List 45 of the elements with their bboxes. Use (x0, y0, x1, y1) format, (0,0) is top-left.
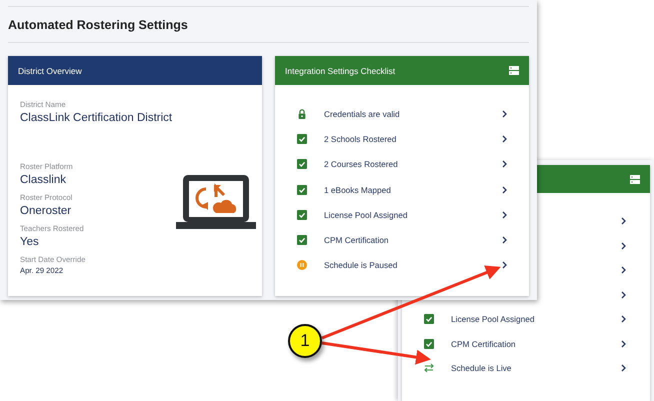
chevron-icon[interactable] (502, 261, 507, 270)
lock-icon (297, 108, 307, 119)
chevron-icon[interactable] (621, 340, 626, 348)
server-icon[interactable] (509, 66, 519, 75)
checkbox-icon (297, 134, 307, 144)
checklist-item[interactable]: 2 Courses Rostered (324, 159, 502, 170)
card-title: District Overview (18, 66, 82, 76)
chevron-icon[interactable] (621, 364, 626, 372)
chevron-icon[interactable] (502, 210, 507, 219)
laptop-sync-icon (176, 175, 256, 229)
checkbox-icon (424, 338, 434, 349)
chevron-icon[interactable] (621, 217, 626, 226)
chevron-icon[interactable] (502, 186, 507, 194)
chevron-icon[interactable] (621, 242, 626, 250)
field-value: Oneroster (20, 204, 72, 219)
checkbox-icon (297, 159, 307, 170)
card-title: Integration Settings Checklist (285, 66, 396, 76)
checklist-item[interactable]: Schedule is Live (451, 363, 621, 374)
checklist-item[interactable]: Schedule is Paused (324, 260, 502, 270)
server-icon[interactable] (630, 174, 640, 184)
checkbox-icon (424, 314, 434, 324)
checklist-item[interactable]: License Pool Assigned (451, 314, 621, 324)
field-value: ClassLink Certification District (20, 111, 174, 126)
chevron-icon[interactable] (502, 236, 507, 244)
checklist-item[interactable]: CPM Certification (451, 338, 621, 349)
field-value: Yes (20, 235, 40, 250)
checklist-item[interactable]: 1 eBooks Mapped (324, 184, 502, 195)
chevron-icon[interactable] (502, 110, 507, 118)
page-title: Automated Rostering Settings (8, 18, 188, 32)
chevron-icon[interactable] (621, 266, 626, 274)
chevron-icon[interactable] (621, 290, 626, 299)
checkbox-icon (297, 235, 307, 246)
checkbox-icon (297, 184, 307, 195)
callout-badge: 1 (288, 324, 322, 358)
chevron-icon[interactable] (621, 315, 626, 324)
checklist-item[interactable]: CPM Certification (324, 235, 502, 246)
checklist-item[interactable]: 2 Schools Rostered (324, 134, 502, 144)
sync-icon (424, 363, 434, 374)
pause-icon (297, 260, 307, 270)
field-value: Classlink (20, 173, 68, 188)
checklist-item[interactable]: Credentials are valid (324, 108, 502, 119)
chevron-icon[interactable] (502, 134, 507, 143)
checklist-item[interactable]: License Pool Assigned (324, 210, 502, 220)
chevron-icon[interactable] (502, 160, 507, 168)
checkbox-icon (297, 210, 307, 220)
